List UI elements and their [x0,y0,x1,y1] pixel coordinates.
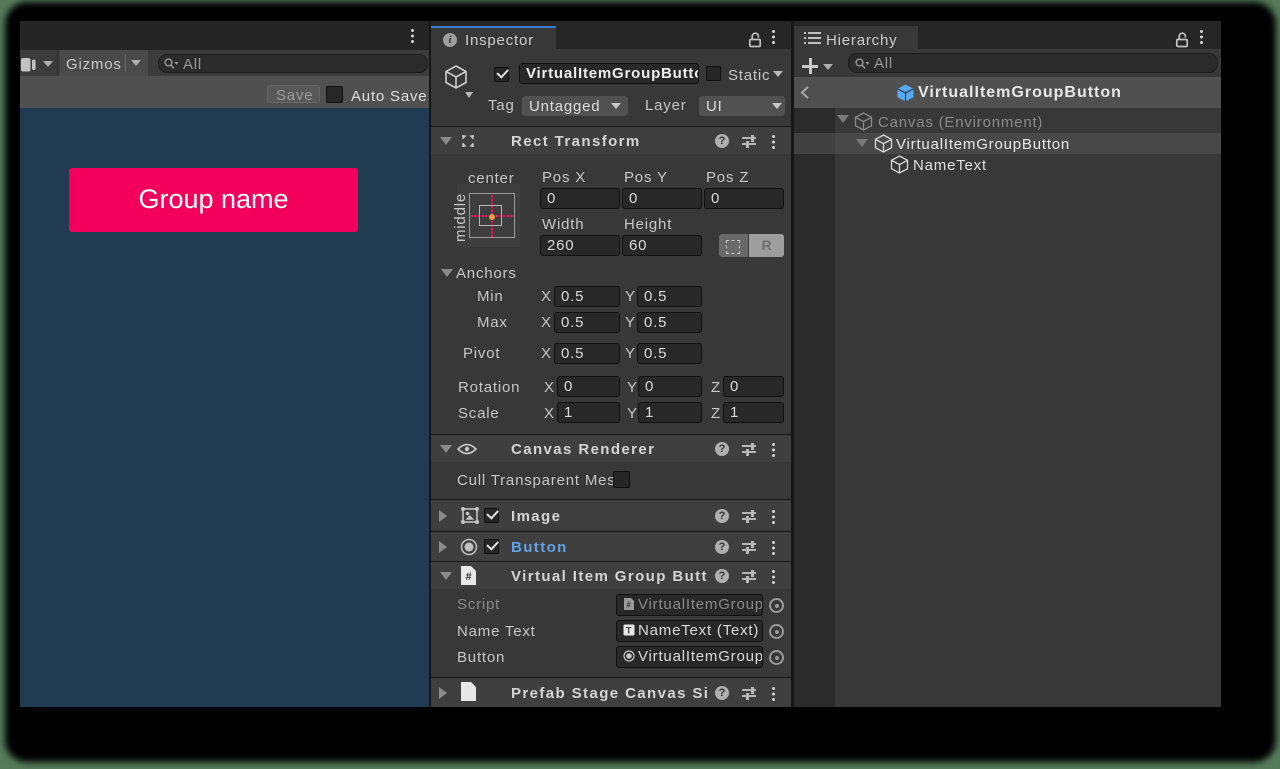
svg-text:#: # [626,601,631,610]
svg-text:#: # [465,571,471,583]
svg-text:T: T [626,626,632,636]
